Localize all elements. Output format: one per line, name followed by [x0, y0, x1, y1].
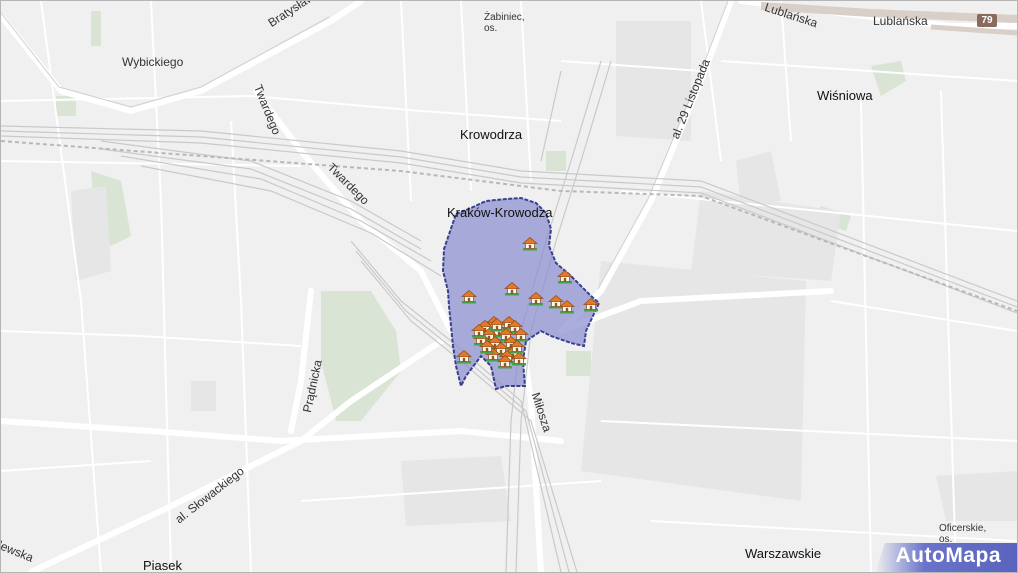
house-icon[interactable] — [479, 339, 495, 354]
house-icon[interactable] — [471, 323, 487, 338]
map-canvas[interactable]: Krowodrza Kraków-Krowodza Wiśniowa Warsz… — [0, 0, 1018, 573]
house-icon[interactable] — [504, 281, 520, 296]
house-icon[interactable] — [583, 297, 599, 312]
route-badge: 79 — [977, 14, 997, 27]
house-icon[interactable] — [557, 269, 573, 284]
label-wisniowa: Wiśniowa — [817, 88, 873, 103]
house-icon[interactable] — [461, 289, 477, 304]
label-krowodrza: Krowodrza — [460, 127, 523, 142]
label-piasek: Piasek — [143, 558, 183, 573]
house-icon[interactable] — [509, 339, 525, 354]
house-icon[interactable] — [528, 291, 544, 306]
street-lublanska-2: Lublańska — [873, 14, 928, 28]
street-wybickiego: Wybickiego — [122, 55, 184, 69]
label-warszawskie: Warszawskie — [745, 546, 822, 561]
automapa-logo-text: AutoMapa — [895, 544, 1001, 567]
label-oficerskie: Oficerskie, os. — [939, 523, 986, 545]
house-icon[interactable] — [489, 317, 505, 332]
label-zabiniec-line2: os. — [484, 23, 498, 34]
house-icon[interactable] — [522, 236, 538, 251]
house-icon[interactable] — [456, 349, 472, 364]
house-icon[interactable] — [497, 354, 513, 369]
house-icon[interactable] — [559, 299, 575, 314]
label-krakow-krowodrza: Kraków-Krowodza — [447, 205, 553, 220]
label-zabiniec: Żabiniec, os. — [484, 12, 525, 34]
label-zabiniec-line1: Żabiniec, — [484, 12, 525, 23]
label-oficerskie-line1: Oficerskie, — [939, 523, 987, 534]
